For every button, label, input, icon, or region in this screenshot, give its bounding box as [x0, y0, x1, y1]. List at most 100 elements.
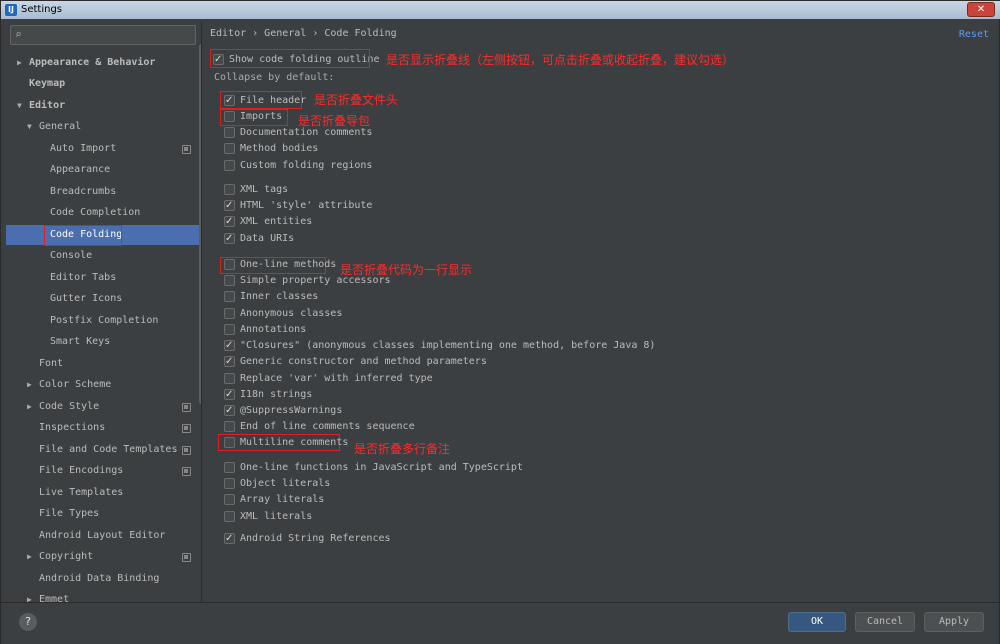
collapse-arrow-icon[interactable]: ▼ [17, 96, 22, 116]
checkbox-icon[interactable] [224, 339, 235, 353]
sidebar-item-appearance-behavior[interactable]: ▶ Appearance & Behavior [17, 53, 155, 73]
annotation-outline: 是否显示折叠线（左侧按钮，可点击折叠或收起折叠，建议勾选） [386, 53, 735, 67]
sidebar-item-android-layout-editor[interactable]: Android Layout Editor [39, 526, 165, 546]
highlight-box [210, 49, 370, 68]
checkbox-icon[interactable] [224, 232, 235, 246]
option-label: Data URIs [240, 233, 295, 244]
checkbox-icon[interactable] [224, 421, 235, 432]
option-label: HTML 'style' attribute [240, 200, 373, 211]
option-label: Multiline comments [240, 437, 349, 448]
sidebar-item-emmet[interactable]: ▶ Emmet [27, 590, 69, 602]
checkbox-icon[interactable] [224, 437, 235, 448]
checkbox-icon[interactable] [224, 184, 235, 195]
window-title: Settings [21, 4, 63, 15]
checkbox-icon[interactable] [224, 478, 235, 489]
checkbox-icon[interactable] [224, 94, 235, 108]
dialog-footer: ? OK Cancel Apply [1, 602, 999, 644]
checkbox-icon[interactable] [224, 111, 235, 122]
checkbox-icon[interactable] [224, 291, 235, 302]
option-label: Documentation comments [240, 127, 373, 138]
search-input[interactable]: ⌕ [10, 25, 196, 45]
project-settings-icon [182, 467, 191, 476]
option-label: Annotations [240, 324, 307, 335]
expand-arrow-icon[interactable]: ▶ [27, 397, 32, 417]
close-icon: ✕ [976, 4, 986, 15]
settings-window: IJ Settings ✕ ⌕ ▶ Appearance & Behavior K… [0, 0, 1000, 644]
sidebar-item-smart-keys[interactable]: Smart Keys [50, 332, 110, 352]
sidebar-item-android-data-binding[interactable]: Android Data Binding [39, 569, 159, 589]
checkbox-icon[interactable] [224, 160, 235, 171]
sidebar-item-inspections[interactable]: Inspections [39, 418, 105, 438]
expand-arrow-icon[interactable]: ▶ [27, 590, 32, 602]
option-label: Object literals [240, 478, 331, 489]
project-settings-icon [182, 403, 191, 412]
collapse-by-default-label: Collapse by default: [214, 72, 335, 83]
help-button[interactable]: ? [19, 613, 37, 631]
checkbox-icon[interactable] [224, 215, 235, 229]
settings-sidebar: ⌕ ▶ Appearance & Behavior Keymap ▼ Editor … [6, 22, 201, 602]
checkbox-icon[interactable] [224, 143, 235, 154]
option-label: Anonymous classes [240, 308, 343, 319]
expand-arrow-icon[interactable]: ▶ [27, 547, 32, 567]
option-label: Replace 'var' with inferred type [240, 373, 433, 384]
project-settings-icon [182, 553, 191, 562]
option-label: Method bodies [240, 143, 319, 154]
checkbox-icon[interactable] [224, 355, 235, 369]
project-settings-icon [182, 446, 191, 455]
sidebar-item-postfix-completion[interactable]: Postfix Completion [50, 311, 158, 331]
checkbox-icon[interactable] [224, 308, 235, 319]
project-settings-icon [182, 145, 191, 154]
annotation-multiline: 是否折叠多行备注 [354, 442, 451, 456]
option-label: XML tags [240, 184, 289, 195]
sidebar-item-auto-import[interactable]: Auto Import [50, 139, 116, 159]
app-icon: IJ [5, 4, 17, 16]
option-label: One-line functions in JavaScript and Typ… [240, 462, 523, 473]
sidebar-item-copyright[interactable]: ▶ Copyright [27, 547, 93, 567]
checkbox-icon[interactable] [224, 494, 235, 505]
checkbox-icon[interactable] [224, 388, 235, 402]
sidebar-item-editor-tabs[interactable]: Editor Tabs [50, 268, 116, 288]
sidebar-item-live-templates[interactable]: Live Templates [39, 483, 123, 503]
sidebar-item-breadcrumbs[interactable]: Breadcrumbs [50, 182, 116, 202]
sidebar-item-font[interactable]: Font [39, 354, 63, 374]
sidebar-item-keymap[interactable]: Keymap [29, 74, 65, 94]
checkbox-icon[interactable] [224, 462, 235, 473]
close-button[interactable]: ✕ [967, 2, 995, 17]
sidebar-item-appearance[interactable]: Appearance [50, 160, 110, 180]
sidebar-item-gutter-icons[interactable]: Gutter Icons [50, 289, 122, 309]
sidebar-item-file-types[interactable]: File Types [39, 504, 99, 524]
option-label: File header [240, 95, 307, 106]
sidebar-item-editor[interactable]: ▼ Editor [17, 96, 65, 116]
expand-arrow-icon[interactable]: ▶ [17, 53, 22, 73]
ok-button[interactable]: OK [788, 612, 846, 632]
sidebar-item-color-scheme[interactable]: ▶ Color Scheme [27, 375, 111, 395]
checkbox-icon[interactable] [224, 127, 235, 138]
project-settings-icon [182, 424, 191, 433]
option-label: Imports [240, 111, 283, 122]
option-label: XML literals [240, 511, 313, 522]
checkbox-icon[interactable] [224, 511, 235, 522]
option-label: Inner classes [240, 291, 319, 302]
sidebar-item-file-encodings[interactable]: File Encodings [39, 461, 123, 481]
reset-link[interactable]: Reset [959, 29, 989, 40]
breadcrumb: Editor › General › Code Folding [210, 28, 397, 39]
checkbox-icon[interactable] [224, 373, 235, 384]
collapse-arrow-icon[interactable]: ▼ [27, 117, 32, 137]
expand-arrow-icon[interactable]: ▶ [27, 375, 32, 395]
checkbox-icon[interactable] [224, 275, 235, 286]
option-label: XML entities [240, 216, 313, 227]
checkbox-icon[interactable] [224, 259, 235, 270]
sidebar-item-general[interactable]: ▼ General [27, 117, 81, 137]
checkbox-icon[interactable] [224, 532, 235, 546]
sidebar-item-code-style[interactable]: ▶ Code Style [27, 397, 99, 417]
sidebar-item-code-completion[interactable]: Code Completion [50, 203, 140, 223]
cancel-button[interactable]: Cancel [855, 612, 915, 632]
checkbox-icon[interactable] [224, 404, 235, 418]
apply-button[interactable]: Apply [924, 612, 984, 632]
sidebar-item-file-code-templates[interactable]: File and Code Templates [39, 440, 177, 460]
checkbox-icon[interactable] [224, 324, 235, 335]
sidebar-item-console[interactable]: Console [50, 246, 92, 266]
option-label: Simple property accessors [240, 275, 391, 286]
option-label: "Closures" (anonymous classes implementi… [240, 340, 656, 351]
checkbox-icon[interactable] [224, 199, 235, 213]
